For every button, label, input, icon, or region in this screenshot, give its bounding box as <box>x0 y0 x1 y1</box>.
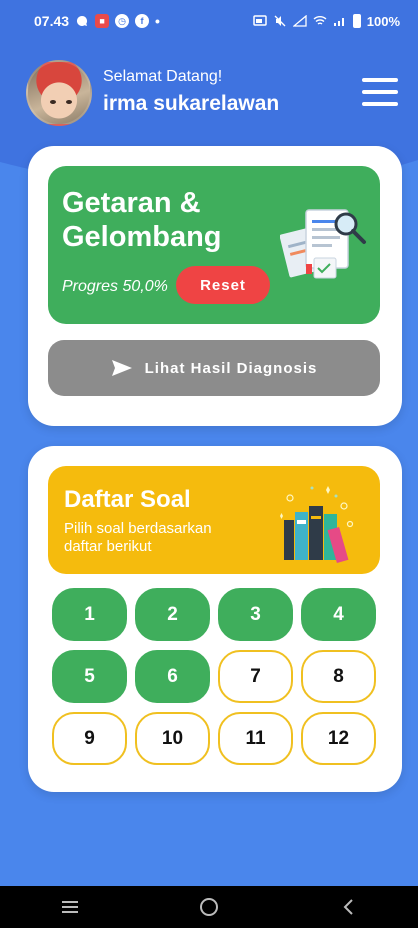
books-icon <box>280 486 354 563</box>
topic-banner: Getaran & Gelombang Progres 50,0% Reset <box>48 166 380 324</box>
send-icon <box>111 360 132 376</box>
recent-apps-icon[interactable] <box>50 887 90 927</box>
status-more-dot: • <box>155 13 160 29</box>
app-notification-icon: ■ <box>95 14 110 28</box>
avatar[interactable] <box>26 60 92 126</box>
lte-icon <box>292 14 307 28</box>
battery-level: 100% <box>366 13 400 29</box>
question-list-card: Daftar Soal Pilih soal berdasarkan dafta… <box>28 446 402 792</box>
question-number-button[interactable]: 3 <box>218 588 293 641</box>
question-list-subtitle: Pilih soal berdasarkan daftar berikut <box>64 520 212 555</box>
progress-label: Progres 50,0% <box>62 278 168 295</box>
question-list-banner: Daftar Soal Pilih soal berdasarkan dafta… <box>48 466 380 574</box>
question-number-button[interactable]: 8 <box>301 650 376 703</box>
topic-title: Getaran & Gelombang <box>62 187 222 253</box>
status-bar: 07.43 ■ ◷ f • 100% <box>0 0 418 42</box>
clock-notification-icon: ◷ <box>115 14 130 28</box>
question-number-button[interactable]: 7 <box>218 650 293 703</box>
question-number-button[interactable]: 4 <box>301 588 376 641</box>
mute-icon <box>273 14 287 28</box>
system-nav-bar <box>0 886 418 928</box>
question-number-button[interactable]: 2 <box>135 588 210 641</box>
greeting-text: Selamat Datang! <box>103 68 223 85</box>
question-number-button[interactable]: 12 <box>301 712 376 765</box>
signal-icon <box>333 14 347 28</box>
back-icon[interactable] <box>328 887 368 927</box>
chat-notification-icon <box>75 14 89 28</box>
status-time: 07.43 <box>34 13 70 29</box>
question-number-button[interactable]: 6 <box>135 650 210 703</box>
document-search-icon <box>280 209 366 279</box>
question-number-button[interactable]: 10 <box>135 712 210 765</box>
diagnosis-button[interactable]: Lihat Hasil Diagnosis <box>48 340 380 396</box>
wifi-icon <box>313 14 327 28</box>
question-number-button[interactable]: 11 <box>218 712 293 765</box>
question-number-button[interactable]: 5 <box>52 650 127 703</box>
username: irma sukarelawan <box>103 92 280 115</box>
question-number-button[interactable]: 1 <box>52 588 127 641</box>
diagnosis-label: Lihat Hasil Diagnosis <box>144 359 318 377</box>
question-number-button[interactable]: 9 <box>52 712 127 765</box>
facebook-notification-icon: f <box>135 14 150 28</box>
topic-card: Getaran & Gelombang Progres 50,0% Reset … <box>28 146 402 426</box>
cast-icon <box>253 14 267 28</box>
question-list-title: Daftar Soal <box>64 486 191 513</box>
hamburger-menu-icon[interactable] <box>362 78 398 106</box>
home-icon[interactable] <box>189 887 229 927</box>
question-number-grid: 1 2 3 4 5 6 7 8 9 10 11 12 <box>52 588 378 765</box>
battery-icon <box>352 14 361 28</box>
reset-button[interactable]: Reset <box>176 266 270 304</box>
app-header: Selamat Datang! irma sukarelawan <box>0 42 418 178</box>
